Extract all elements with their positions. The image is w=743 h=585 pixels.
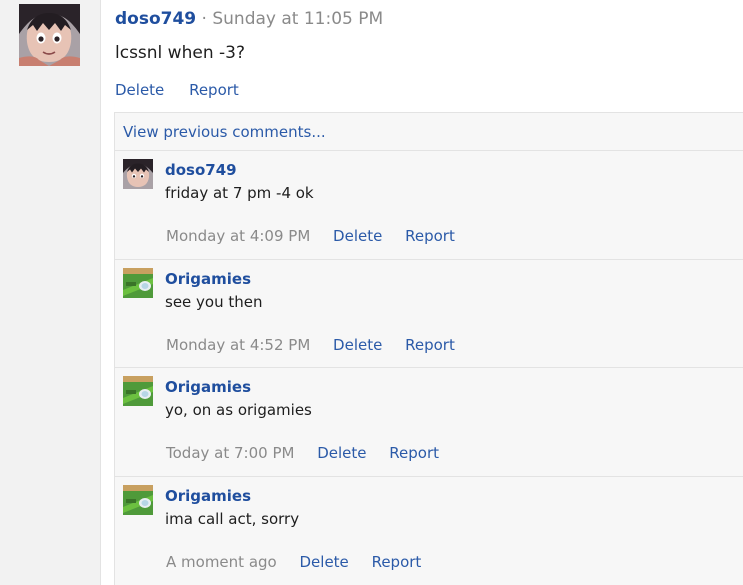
comment-delete-link[interactable]: Delete [300, 553, 349, 571]
comments-panel: View previous comments... doso749 friday… [114, 112, 743, 585]
comment-timestamp[interactable]: Monday at 4:09 PM [166, 227, 310, 245]
comment-meta: Monday at 4:09 PM Delete Report [166, 227, 473, 245]
comment-meta: Today at 7:00 PM Delete Report [166, 444, 457, 462]
green-game-avatar-icon [123, 376, 153, 406]
comment-report-link[interactable]: Report [405, 227, 455, 245]
comment-report-link[interactable]: Report [389, 444, 439, 462]
comment-report-link[interactable]: Report [372, 553, 422, 571]
comment-item: doso749 friday at 7 pm -4 ok Monday at 4… [115, 150, 743, 259]
comment-meta: A moment ago Delete Report [166, 553, 439, 571]
comment-timestamp[interactable]: Monday at 4:52 PM [166, 336, 310, 354]
comment-item: Origamies ima call act, sorry A moment a… [115, 476, 743, 585]
green-game-avatar-icon [123, 268, 153, 298]
avatar[interactable] [123, 159, 153, 189]
avatar[interactable] [123, 485, 153, 515]
post-delete-link[interactable]: Delete [115, 81, 164, 99]
comment-author-link[interactable]: Origamies [165, 270, 251, 288]
profile-post: doso749 · Sunday at 11:05 PM lcssnl when… [0, 0, 743, 585]
comment-delete-link[interactable]: Delete [333, 227, 382, 245]
comment-item: Origamies see you then Monday at 4:52 PM… [115, 259, 743, 367]
comment-author-link[interactable]: doso749 [165, 161, 237, 179]
view-previous-comments-link[interactable]: View previous comments... [123, 123, 326, 141]
green-game-avatar-icon [123, 485, 153, 515]
comment-delete-link[interactable]: Delete [333, 336, 382, 354]
anime-character-avatar-icon [123, 159, 153, 189]
comment-meta: Monday at 4:52 PM Delete Report [166, 336, 473, 354]
comment-text: friday at 7 pm -4 ok [165, 184, 314, 202]
post-timestamp[interactable]: Sunday at 11:05 PM [212, 9, 383, 29]
anime-character-avatar-icon [19, 4, 80, 66]
comment-text: ima call act, sorry [165, 510, 300, 528]
comment-text: yo, on as origamies [165, 401, 312, 419]
comment-text: see you then [165, 293, 263, 311]
comment-timestamp[interactable]: Today at 7:00 PM [166, 444, 294, 462]
comment-author-link[interactable]: Origamies [165, 378, 251, 396]
post-header: doso749 · Sunday at 11:05 PM [115, 9, 383, 29]
avatar[interactable] [19, 4, 80, 66]
avatar[interactable] [123, 268, 153, 298]
post-text: lcssnl when -3? [115, 43, 245, 63]
comment-delete-link[interactable]: Delete [317, 444, 366, 462]
comment-timestamp[interactable]: A moment ago [166, 553, 277, 571]
comment-report-link[interactable]: Report [405, 336, 455, 354]
header-separator: · [201, 9, 207, 29]
post-report-link[interactable]: Report [189, 81, 239, 99]
avatar[interactable] [123, 376, 153, 406]
comment-item: Origamies yo, on as origamies Today at 7… [115, 367, 743, 476]
comment-author-link[interactable]: Origamies [165, 487, 251, 505]
post-actions: Delete Report [115, 81, 259, 99]
post-author-link[interactable]: doso749 [115, 9, 196, 29]
